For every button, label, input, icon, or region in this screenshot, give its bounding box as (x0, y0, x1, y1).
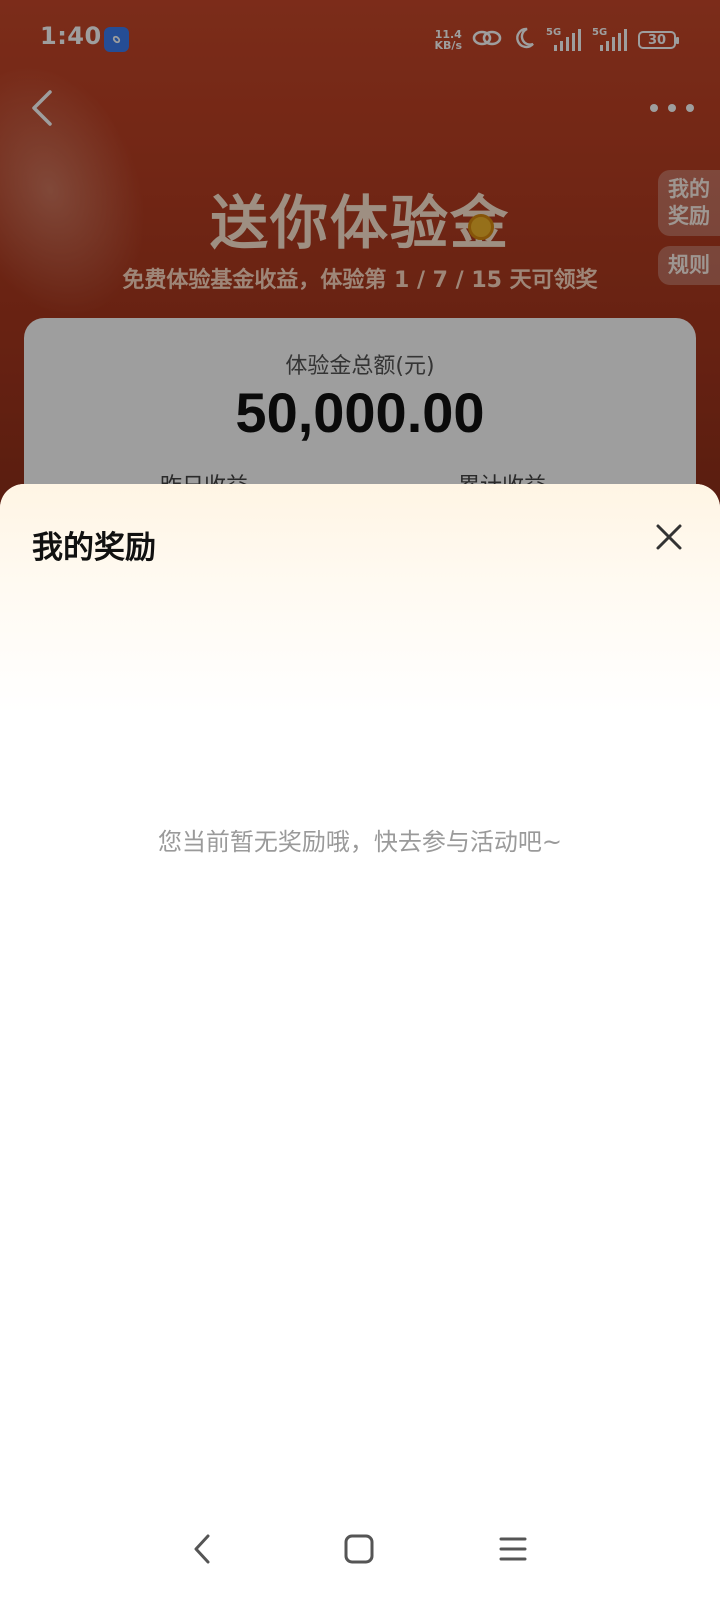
system-nav-bar (0, 1520, 720, 1600)
screen: 1:40 11.4 KB/s 5G 5G 30 送你体验金 免费体验基金收益，体… (0, 0, 720, 1600)
close-icon (656, 524, 682, 550)
nav-back-button[interactable] (188, 1532, 218, 1566)
sheet-title: 我的奖励 (32, 530, 156, 566)
empty-rewards-message: 您当前暂无奖励哦，快去参与活动吧~ (157, 828, 563, 856)
nav-menu-button[interactable] (498, 1534, 528, 1564)
dim-overlay[interactable] (0, 0, 720, 520)
rewards-sheet: 我的奖励 您当前暂无奖励哦，快去参与活动吧~ (0, 484, 720, 1600)
sheet-header-background (0, 484, 720, 714)
nav-home-button[interactable] (342, 1532, 376, 1566)
close-button[interactable] (652, 520, 686, 554)
nav-back-icon (194, 1534, 210, 1564)
nav-menu-icon (499, 1537, 527, 1561)
nav-home-icon (344, 1534, 374, 1564)
background-page: 1:40 11.4 KB/s 5G 5G 30 送你体验金 免费体验基金收益，体… (0, 0, 720, 520)
